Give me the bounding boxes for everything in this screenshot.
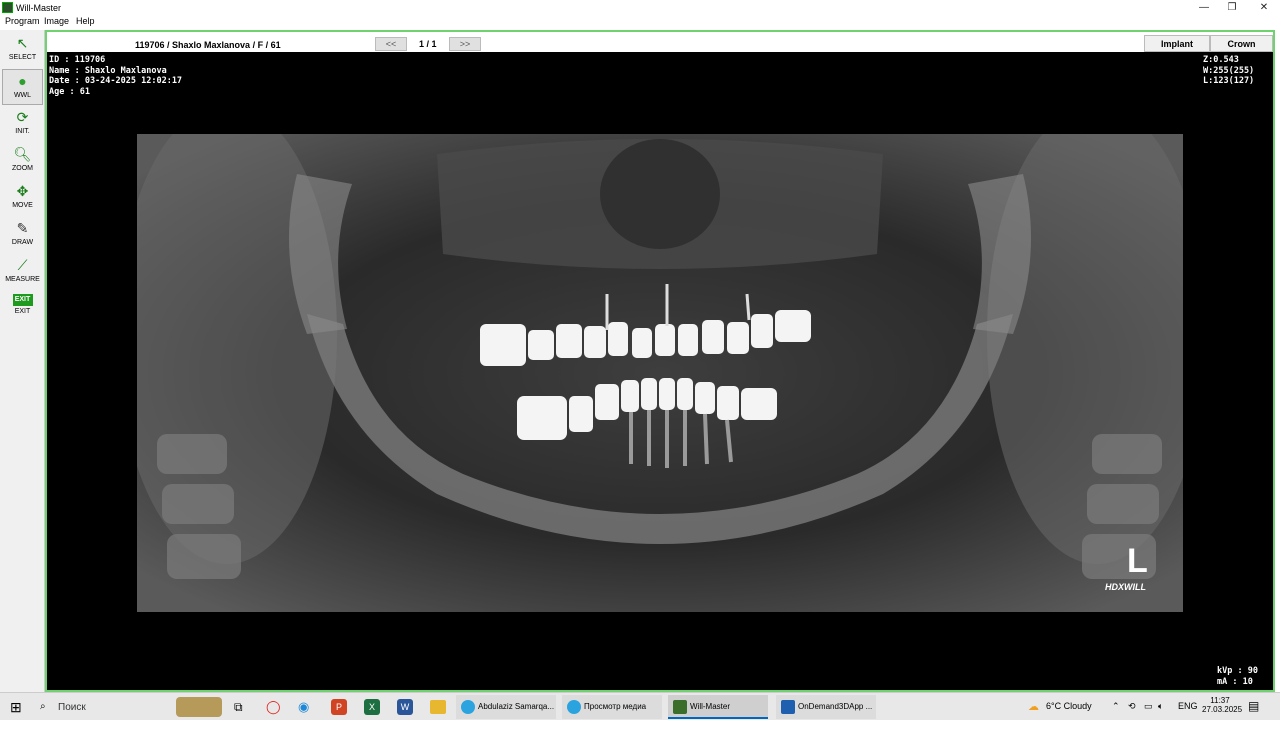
- patient-header: 119706 / Shaxlo Maxlanova / F / 61: [135, 40, 281, 50]
- window-level-icon: ●: [18, 73, 27, 89]
- tool-exit[interactable]: EXIT EXIT: [2, 291, 43, 327]
- taskbar: ⊞ ⌕ Поиск ⧉ ◯ ◉ P X W Abdulaziz Samarqa.…: [0, 692, 1280, 720]
- tool-label: SELECT: [8, 54, 37, 61]
- tool-panel: ↖ SELECT ● WWL ⟳ INIT. 🔍︎ ZOOM ✥ MOVE ✎ …: [0, 30, 45, 692]
- close-button[interactable]: ✕: [1248, 0, 1280, 16]
- taskbar-app-will-master[interactable]: Will-Master: [668, 695, 768, 719]
- reset-icon: ⟳: [16, 109, 29, 125]
- taskbar-app-label: Просмотр медиа: [584, 702, 647, 711]
- clock-date: 27.03.2025: [1202, 705, 1243, 714]
- viewer-header: 119706 / Shaxlo Maxlanova / F / 61 << 1 …: [47, 32, 1273, 52]
- tool-label: ZOOM: [12, 165, 33, 172]
- study-date: Date : 03-24-2025 12:02:17: [49, 76, 183, 86]
- menu-help[interactable]: Help: [76, 16, 95, 26]
- network-icon[interactable]: ▭: [1144, 701, 1153, 712]
- tool-measure[interactable]: ⟋ MEASURE: [2, 254, 43, 290]
- excel-icon[interactable]: X: [364, 699, 380, 715]
- notification-icon[interactable]: ▤: [1248, 699, 1259, 713]
- ondemand-icon: [781, 700, 795, 714]
- taskbar-app-telegram[interactable]: Abdulaziz Samarqa...: [456, 695, 556, 719]
- taskbar-app-ondemand[interactable]: OnDemand3DApp ...: [776, 695, 876, 719]
- powerpoint-icon[interactable]: P: [331, 699, 347, 715]
- pen-icon: ✎: [16, 220, 29, 236]
- menu-program[interactable]: Program: [5, 16, 40, 26]
- telegram-icon: [461, 700, 475, 714]
- move-icon: ✥: [16, 183, 29, 199]
- edge-icon[interactable]: ◉: [298, 699, 309, 727]
- brand-logo: HDXWILL: [1105, 582, 1146, 592]
- tool-draw[interactable]: ✎ DRAW: [2, 217, 43, 253]
- zoom-icon: 🔍︎: [13, 146, 32, 162]
- tool-label: EXIT: [14, 308, 31, 315]
- zoom-value: Z:0.543: [1203, 55, 1239, 65]
- tool-label: MEASURE: [5, 276, 40, 283]
- tab-implant[interactable]: Implant: [1144, 35, 1210, 52]
- windows-start-icon[interactable]: ⊞: [10, 699, 22, 727]
- exposure-info: kVp : 90 mA : 10: [1217, 666, 1258, 687]
- patient-name: Name : Shaxlo Maxlanova: [49, 65, 167, 76]
- tool-move[interactable]: ✥ MOVE: [2, 180, 43, 216]
- kvp-value: kVp : 90: [1217, 666, 1258, 676]
- weather-icon: ☁: [1028, 701, 1039, 713]
- ma-value: mA : 10: [1217, 676, 1253, 687]
- task-view-icon[interactable]: ⧉: [234, 700, 243, 728]
- tool-init[interactable]: ⟳ INIT.: [2, 106, 43, 142]
- tray-expand-icon[interactable]: ⌃: [1112, 701, 1120, 712]
- tab-crown[interactable]: Crown: [1210, 35, 1273, 52]
- menu-image[interactable]: Image: [44, 16, 69, 26]
- display-params: Z:0.543 W:255(255) L:123(127): [1203, 55, 1254, 87]
- image-viewer[interactable]: 119706 / Shaxlo Maxlanova / F / 61 << 1 …: [45, 30, 1275, 692]
- select-arrow-icon: ↖: [16, 35, 29, 51]
- weather-text[interactable]: 6°C Cloudy: [1046, 701, 1092, 711]
- page-indicator: 1 / 1: [419, 39, 437, 49]
- patient-id: ID : 119706: [49, 55, 106, 65]
- menu-bar: Program Image Help: [0, 16, 1280, 28]
- next-image-button[interactable]: >>: [449, 37, 481, 51]
- tool-select[interactable]: ↖ SELECT: [2, 32, 43, 68]
- tool-label: MOVE: [12, 202, 33, 209]
- window-title: Will-Master: [16, 3, 61, 13]
- word-icon[interactable]: W: [397, 699, 413, 715]
- patient-age: Age : 61: [49, 86, 90, 97]
- tool-label: DRAW: [11, 239, 34, 246]
- taskbar-app-label: Abdulaziz Samarqa...: [478, 702, 555, 711]
- clock[interactable]: 11:37 27.03.2025: [1202, 696, 1243, 714]
- maximize-button[interactable]: ❐: [1216, 0, 1248, 16]
- volume-icon[interactable]: 🔈︎: [1158, 701, 1163, 712]
- tool-label: INIT.: [15, 128, 30, 135]
- nasal-cavity: [600, 139, 720, 249]
- taskbar-app-media[interactable]: Просмотр медиа: [562, 695, 662, 719]
- prev-image-button[interactable]: <<: [375, 37, 407, 51]
- search-icon[interactable]: ⌕: [40, 701, 46, 729]
- taskbar-app-label: Will-Master: [690, 702, 730, 711]
- tool-label: WWL: [13, 92, 32, 99]
- clock-time: 11:37: [1210, 696, 1230, 705]
- tool-wwl[interactable]: ● WWL: [2, 69, 43, 105]
- window-width: W:255(255): [1203, 65, 1255, 76]
- patient-info: ID : 119706 Name : Shaxlo Maxlanova Date…: [49, 55, 182, 97]
- panoramic-xray[interactable]: L HDXWILL: [137, 134, 1183, 612]
- taskbar-app-label: OnDemand3DApp ...: [798, 702, 873, 711]
- widget-image-icon[interactable]: [176, 697, 222, 717]
- taskbar-search[interactable]: Поиск: [58, 702, 86, 730]
- opera-icon[interactable]: ◯: [266, 699, 281, 727]
- language-indicator[interactable]: ENG: [1178, 701, 1198, 711]
- exit-icon: EXIT: [12, 294, 33, 306]
- telegram-icon: [567, 700, 581, 714]
- app-icon: [2, 2, 13, 13]
- cervical-spine-right: [1082, 434, 1162, 579]
- tray-sync-icon[interactable]: ⟲: [1128, 701, 1136, 712]
- tool-zoom[interactable]: 🔍︎ ZOOM: [2, 143, 43, 179]
- will-master-icon: [673, 700, 687, 714]
- title-bar: Will-Master — ❐ ✕: [0, 0, 1280, 16]
- window-level: L:123(127): [1203, 76, 1255, 86]
- file-explorer-icon[interactable]: [430, 700, 446, 714]
- side-marker: L: [1127, 542, 1148, 580]
- ruler-icon: ⟋: [17, 257, 28, 273]
